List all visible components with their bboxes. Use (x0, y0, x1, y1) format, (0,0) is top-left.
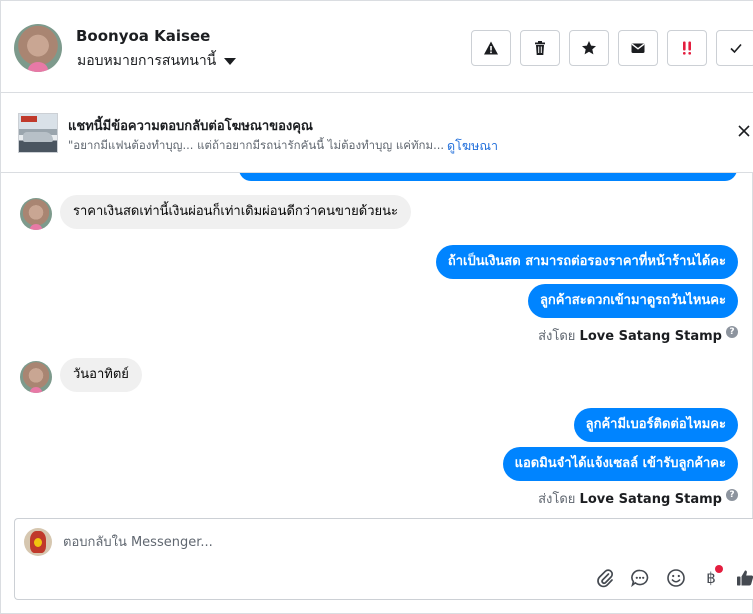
page-avatar (24, 528, 52, 556)
sent-by-name: Love Satang Stamp (579, 492, 722, 507)
paperclip-icon (597, 569, 614, 588)
sent-by-prefix: ส่งโดย (538, 329, 576, 344)
view-ad-link[interactable]: ดูโฆษณา (447, 136, 498, 156)
emoji-button[interactable] (665, 567, 687, 589)
thumbs-up-icon (737, 570, 753, 586)
conversation-header: Boonyoa Kaisee มอบหมายการสนทนานี้ (1, 1, 753, 93)
info-icon[interactable]: ? (726, 489, 738, 501)
customer-avatar-small (20, 198, 52, 230)
star-button[interactable] (569, 30, 609, 66)
trash-icon (535, 41, 545, 55)
check-icon (730, 43, 742, 54)
message-bubble-outgoing[interactable]: ลูกค้าสะดวกเข้ามาดูรถวันไหนคะ (527, 284, 738, 318)
customer-name[interactable]: Boonyoa Kaisee (76, 27, 210, 45)
envelope-icon (631, 43, 645, 53)
emoji-icon (667, 569, 685, 587)
ad-thumbnail[interactable] (18, 113, 58, 153)
message-thread[interactable]: ราคาเงินสดเท่านี้เงินผ่อนก็เท่าเดิมผ่อนด… (1, 173, 753, 517)
customer-avatar[interactable] (14, 24, 62, 72)
delete-button[interactable] (520, 30, 560, 66)
spam-button[interactable] (471, 30, 511, 66)
mark-unread-button[interactable] (618, 30, 658, 66)
assign-conversation-label: มอบหมายการสนทนานี้ (77, 53, 217, 69)
message-bubble-outgoing-partial (239, 173, 737, 181)
saved-replies-button[interactable] (629, 567, 651, 589)
inbox-conversation-panel: Boonyoa Kaisee มอบหมายการสนทนานี้ แชทนี้… (0, 0, 753, 614)
saved-reply-icon (631, 569, 649, 588)
star-icon (582, 41, 596, 55)
close-icon[interactable] (736, 123, 752, 139)
sent-by-label: ส่งโดย Love Satang Stamp (538, 325, 722, 346)
double-exclamation-icon (683, 41, 691, 55)
ad-banner-title: แชทนี้มีข้อความตอบกลับต่อโฆษณาของคุณ (68, 119, 313, 134)
assign-conversation-dropdown[interactable]: มอบหมายการสนทนานี้ (77, 50, 237, 72)
send-like-button[interactable] (735, 567, 753, 589)
message-bubble-incoming[interactable]: ราคาเงินสดเท่านี้เงินผ่อนก็เท่าเดิมผ่อนด… (60, 195, 411, 229)
follow-up-button[interactable] (667, 30, 707, 66)
payment-icon: ฿ (706, 569, 716, 587)
payment-button[interactable]: ฿ (700, 565, 723, 589)
sent-by-name: Love Satang Stamp (579, 329, 722, 344)
sent-by-label: ส่งโดย Love Satang Stamp (538, 488, 722, 509)
message-bubble-incoming[interactable]: วันอาทิตย์ (60, 358, 142, 392)
ad-preview-text: "อยากมีแฟนต้องทำบุญ... แต่ถ้าอยากมีรถน่า… (68, 138, 445, 152)
ad-reply-banner: แชทนี้มีข้อความตอบกลับต่อโฆษณาของคุณ "อย… (1, 93, 753, 173)
mark-done-button[interactable] (716, 30, 753, 66)
message-bubble-outgoing[interactable]: ลูกค้ามีเบอร์ติดต่อไหมคะ (573, 408, 738, 442)
sent-by-prefix: ส่งโดย (538, 492, 576, 507)
info-icon[interactable]: ? (726, 326, 738, 338)
notification-dot (715, 565, 723, 573)
message-bubble-outgoing[interactable]: แอดมินจำได้แจ้งเซลล์ เข้ารับลูกค้าคะ (502, 447, 738, 481)
reply-input[interactable] (63, 531, 683, 553)
customer-avatar-small (20, 361, 52, 393)
attach-file-button[interactable] (594, 567, 616, 589)
reply-composer: ฿ (14, 518, 753, 600)
caret-down-icon (224, 57, 237, 65)
conversation-actions (471, 30, 753, 66)
message-bubble-outgoing[interactable]: ถ้าเป็นเงินสด สามารถต่อรองราคาที่หน้าร้า… (435, 245, 738, 279)
warning-icon (484, 41, 498, 55)
